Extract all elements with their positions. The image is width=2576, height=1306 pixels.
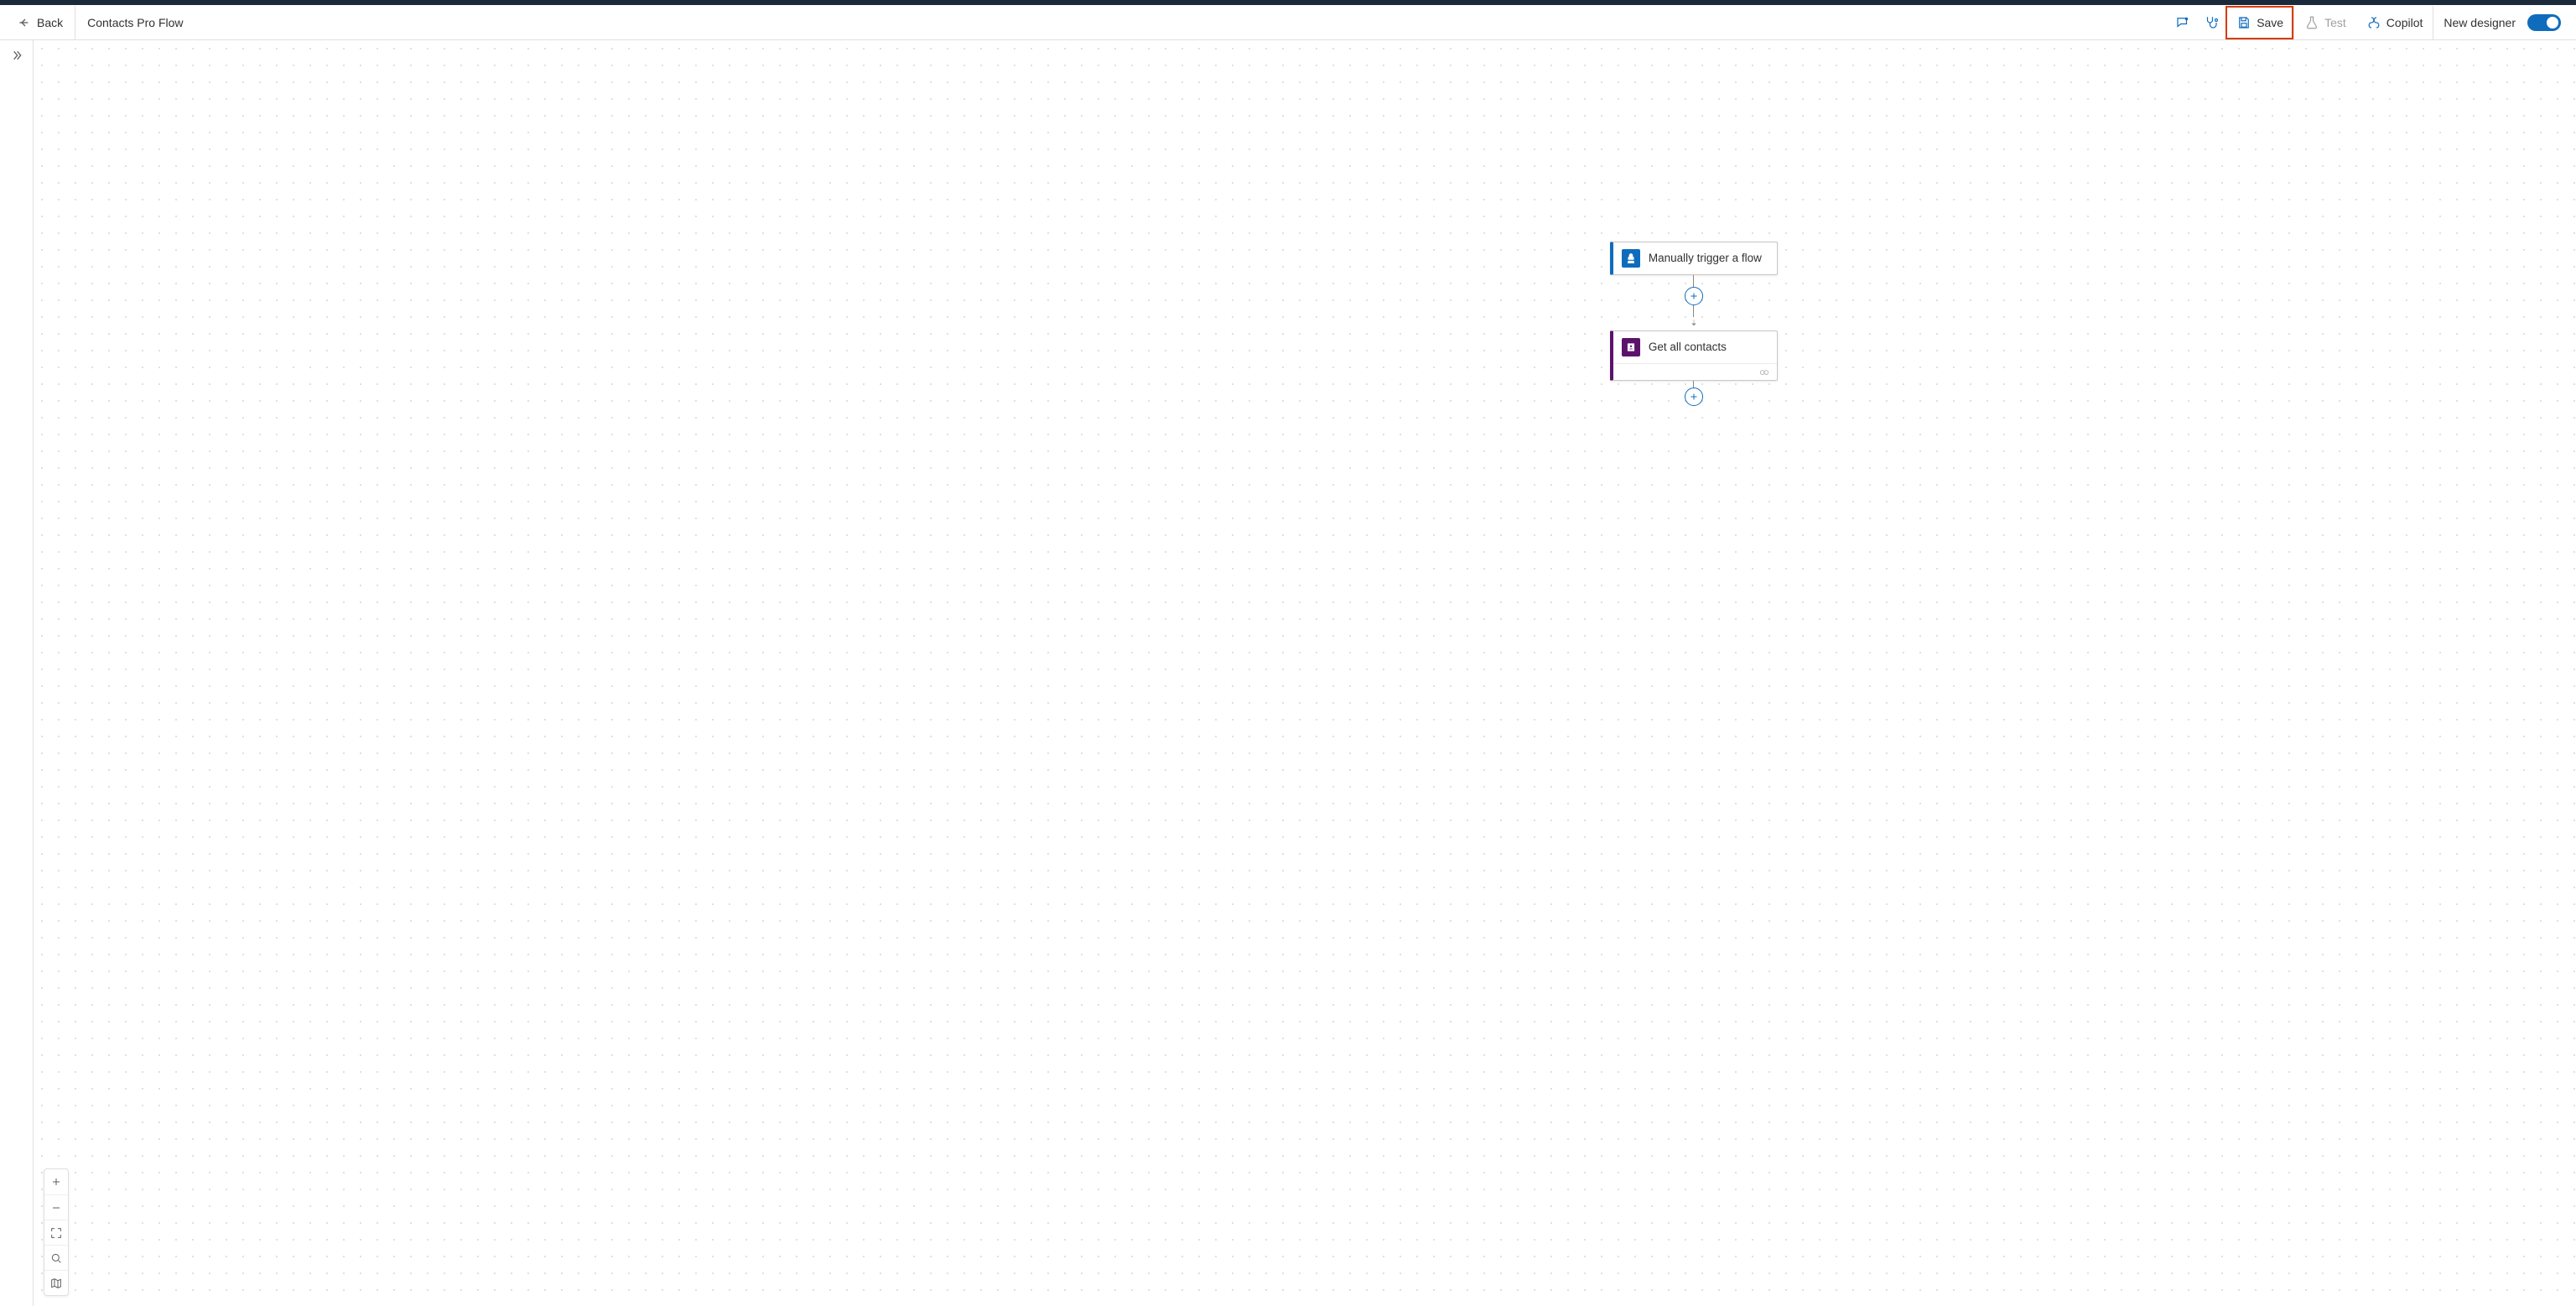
save-button[interactable]: Save [2225, 6, 2293, 39]
back-button[interactable]: Back [5, 6, 75, 39]
flow-title[interactable]: Contacts Pro Flow [75, 16, 195, 29]
test-label: Test [2324, 16, 2346, 29]
action-node-label: Get all contacts [1649, 340, 1727, 355]
new-designer-label: New designer [2444, 16, 2516, 29]
copilot-icon [2366, 15, 2381, 30]
left-panel-expand-button[interactable] [0, 40, 34, 1306]
connection-link-icon [1758, 368, 1770, 377]
app-header: Back Contacts Pro Flow Save Test [0, 5, 2576, 40]
stethoscope-icon [2204, 15, 2219, 30]
feedback-icon [2175, 15, 2190, 30]
trigger-node-label: Manually trigger a flow [1649, 251, 1762, 266]
flow-canvas[interactable]: Manually trigger a flow Get all [34, 40, 2576, 1306]
trigger-node[interactable]: Manually trigger a flow [1610, 242, 1778, 275]
flow-checker-button[interactable] [2197, 6, 2225, 39]
copilot-label: Copilot [2386, 16, 2423, 29]
arrow-left-icon [17, 16, 30, 29]
canvas-controls [44, 1168, 69, 1296]
test-button: Test [2293, 6, 2356, 39]
fit-to-screen-button[interactable] [44, 1220, 68, 1245]
flow-graph: Manually trigger a flow Get all [1610, 242, 1778, 406]
workspace: Manually trigger a flow Get all [0, 40, 2576, 1306]
action-node-icon [1622, 338, 1640, 356]
add-step-button-2[interactable] [1685, 388, 1703, 406]
trigger-node-icon [1622, 249, 1640, 268]
action-node-get-contacts[interactable]: Get all contacts [1610, 330, 1778, 381]
save-label: Save [2257, 16, 2283, 29]
copilot-button[interactable]: Copilot [2356, 6, 2433, 39]
connector-2 [1685, 381, 1703, 406]
action-node-footer [1613, 363, 1777, 380]
arrow-down-icon [1689, 317, 1699, 330]
save-icon [2236, 15, 2251, 30]
search-canvas-button[interactable] [44, 1245, 68, 1270]
connector-1 [1685, 275, 1703, 330]
flask-icon [2304, 15, 2319, 30]
back-label: Back [37, 16, 63, 29]
chevron-double-right-icon [10, 49, 23, 62]
new-designer-toggle-group: New designer [2433, 6, 2571, 39]
minimap-button[interactable] [44, 1270, 68, 1295]
add-step-button-1[interactable] [1685, 287, 1703, 305]
zoom-in-button[interactable] [44, 1169, 68, 1194]
zoom-out-button[interactable] [44, 1194, 68, 1220]
new-designer-toggle[interactable] [2527, 14, 2561, 31]
feedback-button[interactable] [2168, 6, 2197, 39]
